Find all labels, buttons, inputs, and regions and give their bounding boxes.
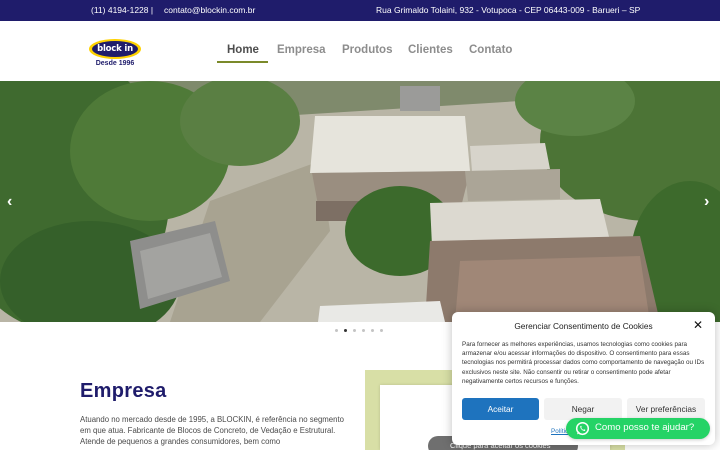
cookie-description: Para fornecer as melhores experiências, … bbox=[462, 341, 705, 385]
address-text: Rua Grimaldo Tolaini, 932 - Votupoca - C… bbox=[376, 5, 641, 15]
empresa-heading: Empresa bbox=[80, 380, 167, 402]
whatsapp-chat-button[interactable]: Como posso te ajudar? bbox=[566, 418, 710, 439]
top-info-bar: (11) 4194-1228 | contato@blockin.com.br … bbox=[0, 0, 720, 21]
whatsapp-icon bbox=[575, 421, 590, 436]
logo-oval: block in bbox=[89, 39, 141, 59]
nav-item-contato[interactable]: Contato bbox=[469, 44, 512, 56]
logo-text: block in bbox=[92, 41, 138, 57]
email-link[interactable]: contato@blockin.com.br bbox=[164, 5, 255, 15]
slider-dot[interactable] bbox=[371, 329, 374, 332]
nav-item-home[interactable]: Home bbox=[227, 44, 259, 56]
logo-tagline: Desde 1996 bbox=[95, 60, 135, 67]
logo[interactable]: block in Desde 1996 bbox=[89, 39, 141, 69]
slider-dot[interactable] bbox=[380, 329, 383, 332]
nav-item-empresa[interactable]: Empresa bbox=[277, 44, 326, 56]
empresa-text: Atuando no mercado desde de 1995, a BLOC… bbox=[80, 415, 344, 446]
nav-item-produtos[interactable]: Produtos bbox=[342, 44, 392, 56]
slider-dot[interactable] bbox=[353, 329, 356, 332]
whatsapp-label: Como posso te ajudar? bbox=[595, 422, 695, 433]
accept-cookies-button[interactable]: Aceitar bbox=[462, 398, 539, 420]
hero-slider: ‹ › bbox=[0, 81, 720, 322]
page: (11) 4194-1228 | contato@blockin.com.br … bbox=[0, 0, 720, 450]
slider-next-chevron-right-icon[interactable]: › bbox=[704, 193, 709, 211]
nav-active-underline bbox=[217, 61, 268, 63]
cookie-preferences-button[interactable]: Ver preferências bbox=[627, 398, 705, 420]
deny-cookies-button[interactable]: Negar bbox=[544, 398, 622, 420]
phone-link[interactable]: (11) 4194-1228 | bbox=[91, 5, 153, 15]
cookie-title: Gerenciar Consentimento de Cookies bbox=[514, 321, 653, 331]
slider-dot-active[interactable] bbox=[344, 329, 347, 332]
slider-dot[interactable] bbox=[362, 329, 365, 332]
slider-prev-chevron-left-icon[interactable]: ‹ bbox=[7, 193, 12, 211]
nav-item-clientes[interactable]: Clientes bbox=[408, 44, 453, 56]
site-header: block in Desde 1996 Home Empresa Produto… bbox=[0, 21, 720, 81]
close-icon[interactable]: ✕ bbox=[693, 318, 703, 332]
hero-image bbox=[0, 81, 720, 322]
slider-dot[interactable] bbox=[335, 329, 338, 332]
